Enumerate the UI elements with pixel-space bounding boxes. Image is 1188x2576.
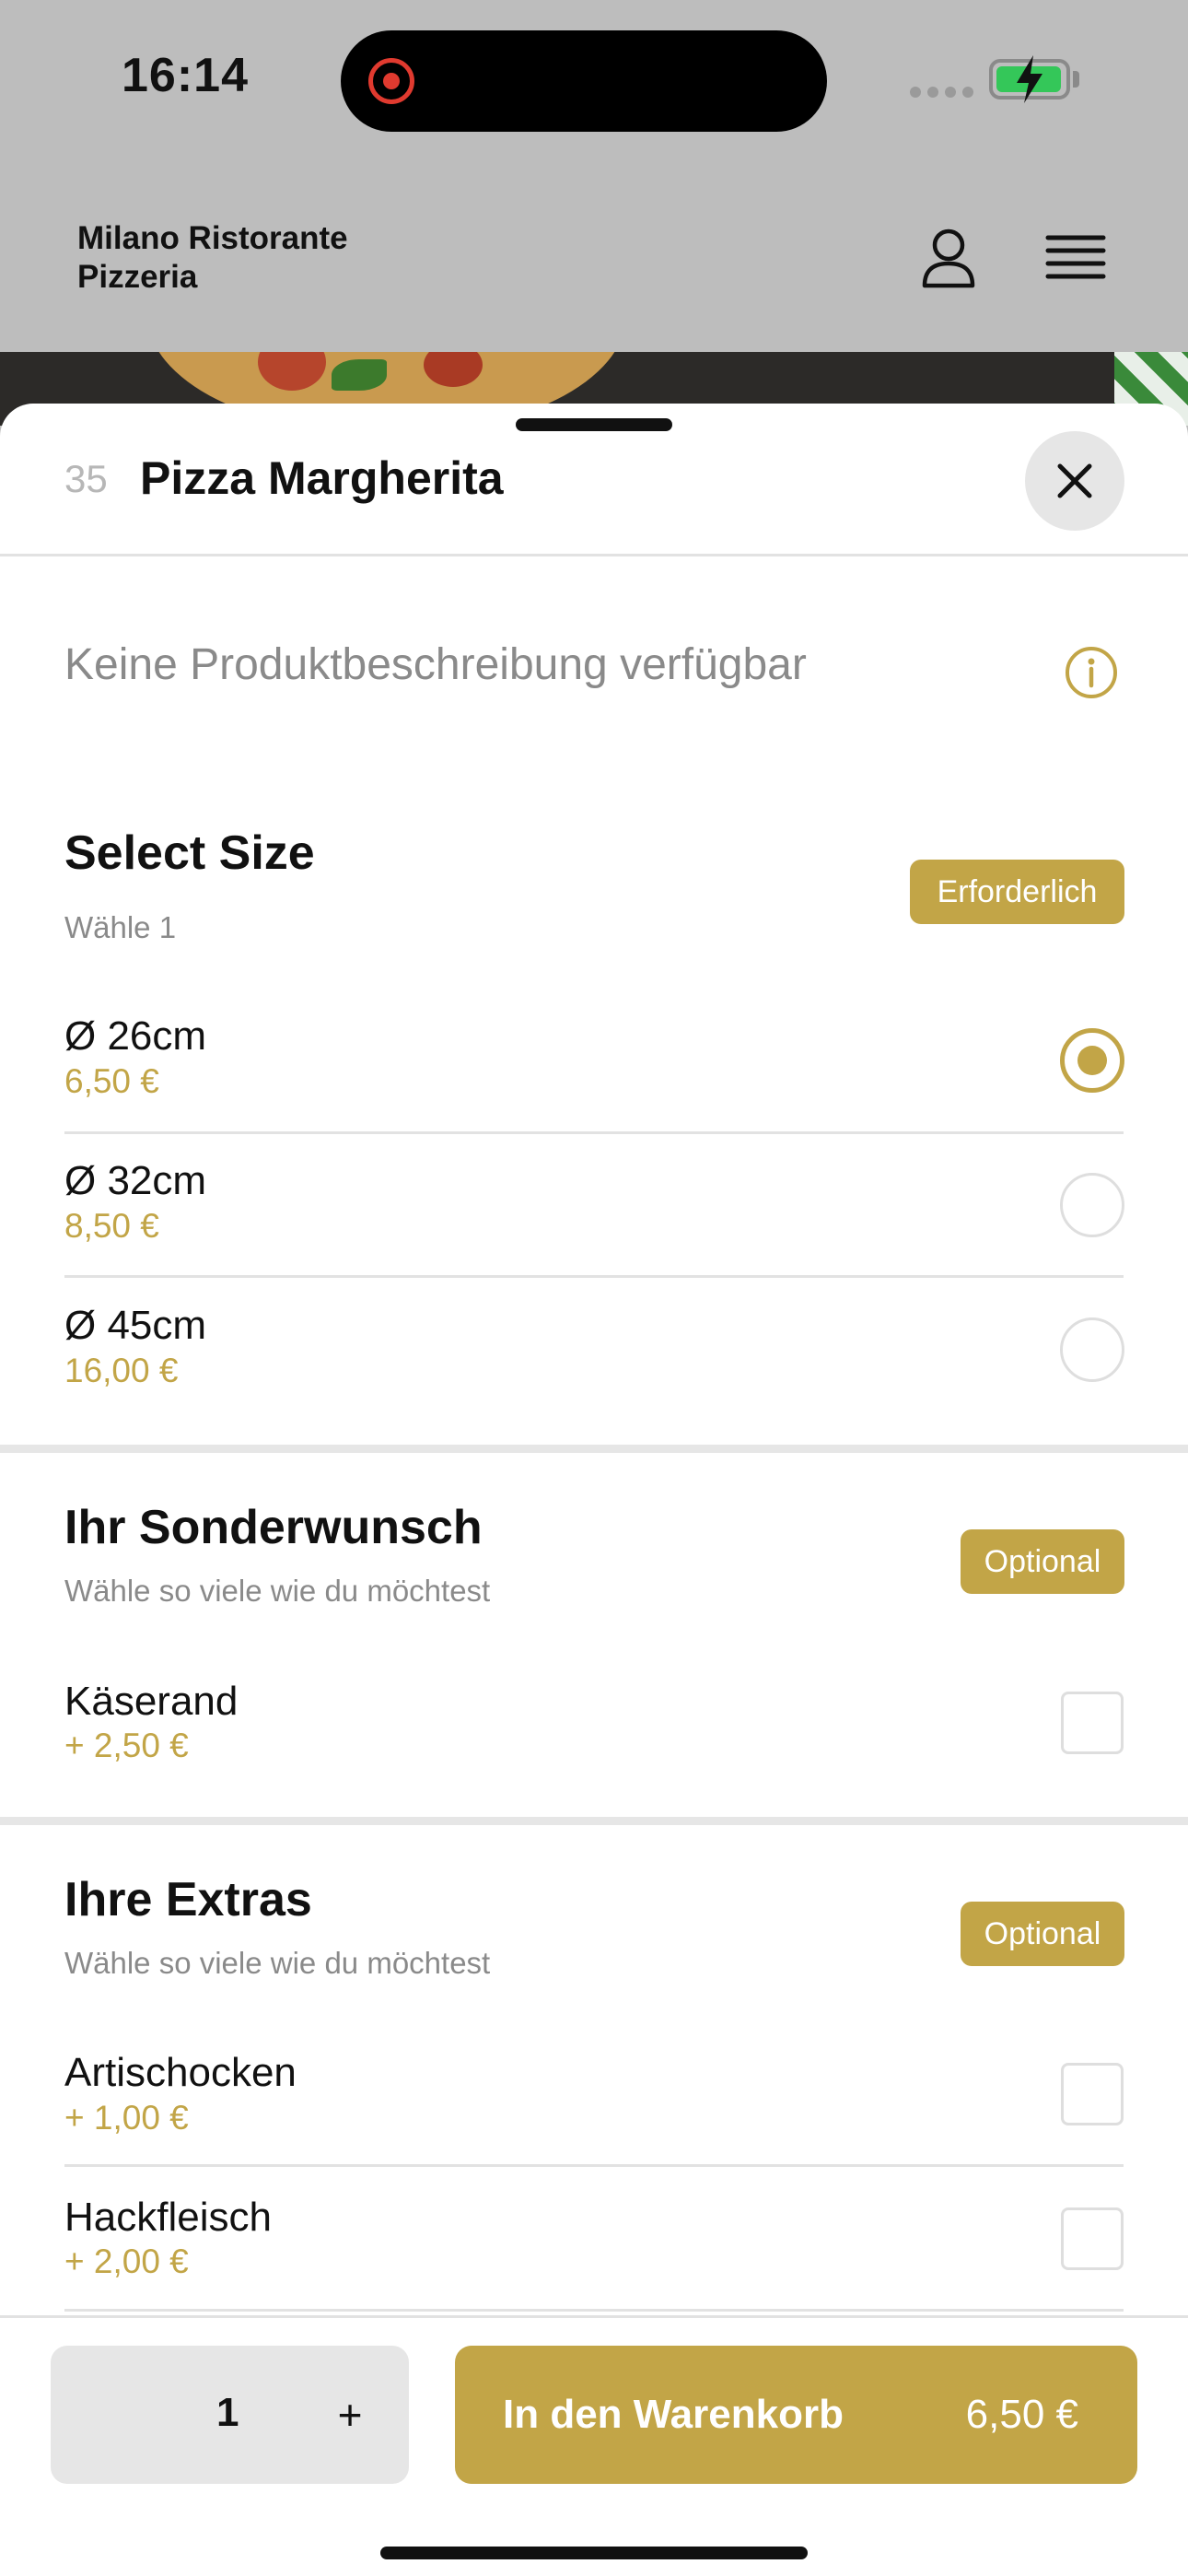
- product-title: Pizza Margherita: [140, 452, 504, 504]
- hackfleisch-checkbox[interactable]: [1061, 2207, 1124, 2270]
- app-header: Milano Ristorante Pizzeria: [0, 157, 1188, 352]
- size-section-title: Select Size: [64, 826, 315, 880]
- option-price: + 2,50 €: [64, 1727, 189, 1764]
- dynamic-island: [341, 30, 827, 132]
- option-name: Ø 45cm: [64, 1303, 207, 1348]
- quantity-value: 1: [216, 2390, 239, 2435]
- option-price: + 1,00 €: [64, 2099, 189, 2137]
- option-name: Käserand: [64, 1679, 239, 1724]
- option-price: 16,00 €: [64, 1352, 179, 1389]
- special-section-subtitle: Wähle so viele wie du möchtest: [64, 1574, 491, 1608]
- size-section-subtitle: Wähle 1: [64, 910, 177, 944]
- kaeserand-checkbox[interactable]: [1061, 1692, 1124, 1754]
- product-number: 35: [64, 457, 108, 500]
- add-to-cart-label: In den Warenkorb: [503, 2392, 844, 2437]
- product-sheet: 35 Pizza Margherita Keine Produktbeschre…: [0, 404, 1188, 2576]
- option-name: Ø 26cm: [64, 1013, 207, 1059]
- row-divider: [64, 1275, 1124, 1278]
- extras-section-title: Ihre Extras: [64, 1873, 312, 1926]
- status-time: 16:14: [122, 49, 249, 102]
- special-section-title: Ihr Sonderwunsch: [64, 1501, 483, 1554]
- size-radio-26[interactable]: [1060, 1028, 1124, 1093]
- home-indicator[interactable]: [380, 2547, 808, 2559]
- option-name: Artischocken: [64, 2050, 297, 2095]
- option-price: + 2,00 €: [64, 2242, 189, 2280]
- required-badge: Erforderlich: [910, 860, 1124, 924]
- option-name: Ø 32cm: [64, 1158, 207, 1203]
- product-description: Keine Produktbeschreibung verfügbar: [64, 640, 807, 689]
- battery-cap: [1073, 71, 1079, 88]
- option-name: Hackfleisch: [64, 2195, 272, 2240]
- menu-icon[interactable]: [1039, 221, 1112, 295]
- option-price: 6,50 €: [64, 1062, 159, 1100]
- row-divider: [64, 2164, 1124, 2167]
- add-to-cart-button[interactable]: In den Warenkorb 6,50 €: [455, 2346, 1137, 2484]
- status-bar: 16:14: [0, 0, 1188, 157]
- brand-line-1: Milano Ristorante: [77, 220, 348, 256]
- artischocken-checkbox[interactable]: [1061, 2063, 1124, 2125]
- optional-badge: Optional: [961, 1902, 1124, 1966]
- quantity-plus-button[interactable]: +: [318, 2383, 382, 2447]
- section-divider: [0, 1445, 1188, 1453]
- restaurant-name[interactable]: Milano Ristorante Pizzeria: [77, 219, 348, 297]
- sheet-header: 35 Pizza Margherita: [0, 404, 1188, 556]
- cart-total: 6,50 €: [965, 2392, 1078, 2437]
- row-divider: [64, 2309, 1124, 2312]
- signal-icon: [910, 87, 974, 98]
- row-divider: [64, 1131, 1124, 1134]
- option-price: 8,50 €: [64, 1207, 159, 1245]
- info-icon[interactable]: [1064, 645, 1119, 700]
- charging-bolt-icon: [1017, 55, 1042, 103]
- size-radio-45[interactable]: [1060, 1317, 1124, 1382]
- close-button[interactable]: [1025, 431, 1124, 531]
- user-icon[interactable]: [912, 221, 985, 295]
- extras-section-subtitle: Wähle so viele wie du möchtest: [64, 1946, 491, 1980]
- close-icon: [1057, 463, 1092, 498]
- brand-line-2: Pizzeria: [77, 259, 198, 295]
- quantity-stepper: 1 +: [51, 2346, 409, 2484]
- bottom-bar: 1 + In den Warenkorb 6,50 €: [0, 2315, 1188, 2576]
- optional-badge: Optional: [961, 1529, 1124, 1594]
- recording-icon: [368, 58, 414, 104]
- section-divider: [0, 1817, 1188, 1825]
- size-radio-32[interactable]: [1060, 1173, 1124, 1237]
